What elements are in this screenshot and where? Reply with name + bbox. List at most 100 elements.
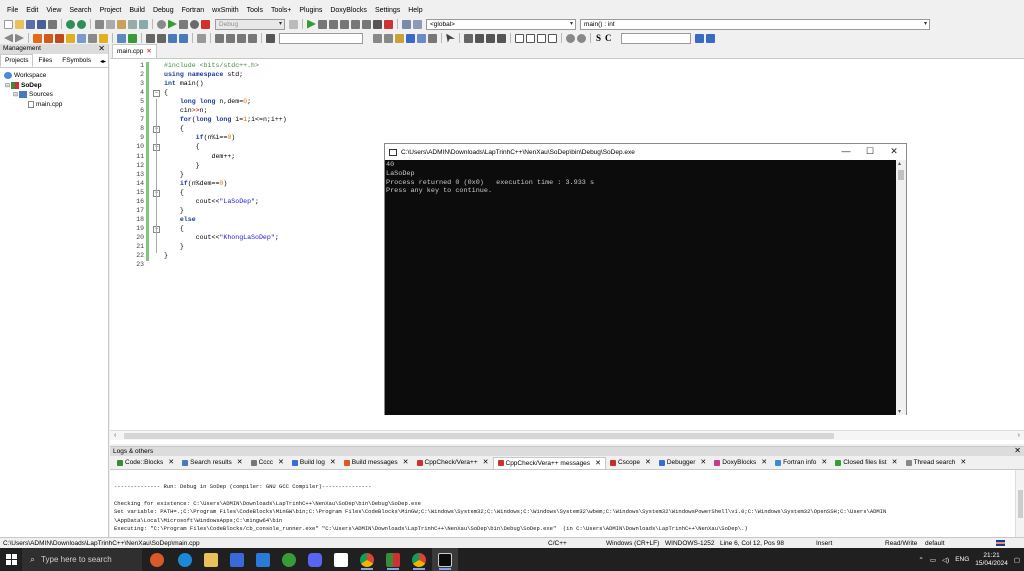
console-window[interactable]: C:\Users\ADMIN\Downloads\LapTrinhC++\Nen… bbox=[384, 143, 907, 415]
tab-build-messages[interactable]: Build messages ✕ bbox=[340, 457, 413, 468]
stop-debug-icon[interactable] bbox=[384, 19, 393, 29]
find-icon[interactable] bbox=[128, 19, 137, 29]
zoom-out-icon[interactable] bbox=[577, 33, 586, 43]
save-all-icon[interactable] bbox=[37, 19, 46, 29]
find-combo[interactable] bbox=[620, 32, 691, 44]
code-line[interactable]: if(n%dem==0) bbox=[164, 180, 228, 187]
run-project-icon[interactable] bbox=[128, 33, 137, 43]
close-icon[interactable]: ✕ bbox=[595, 459, 601, 468]
menu-fortran[interactable]: Fortran bbox=[178, 5, 209, 17]
jump-last-icon[interactable] bbox=[237, 33, 246, 43]
symbol-select[interactable]: main() : int ▾ bbox=[580, 18, 930, 30]
store-icon[interactable] bbox=[224, 548, 250, 571]
clock[interactable]: 21:21 15/04/2024 bbox=[975, 552, 1008, 568]
snipping-icon[interactable] bbox=[328, 548, 354, 571]
tools-icon[interactable] bbox=[197, 33, 206, 43]
scroll-up-icon[interactable]: ▴ bbox=[898, 160, 901, 167]
fold-collapse-icon[interactable]: − bbox=[153, 90, 160, 98]
xbox-icon[interactable] bbox=[276, 548, 302, 571]
run-icon[interactable] bbox=[168, 19, 177, 29]
copy-icon[interactable] bbox=[106, 19, 115, 29]
tree-node-sources[interactable]: ⊟ Sources bbox=[2, 90, 106, 100]
pen-icon[interactable] bbox=[395, 33, 404, 43]
bookmark-toggle-icon[interactable] bbox=[33, 33, 42, 43]
jump-back-icon[interactable] bbox=[215, 33, 224, 43]
taskbar-search[interactable]: ⌕ Type here to search bbox=[22, 548, 142, 571]
debug-info-icon[interactable] bbox=[413, 19, 422, 29]
target-options-icon[interactable] bbox=[289, 19, 298, 29]
cut-icon[interactable] bbox=[95, 19, 104, 29]
debug-run-icon[interactable] bbox=[307, 19, 316, 29]
menu-file[interactable]: File bbox=[3, 5, 22, 17]
logs-vertical-scrollbar[interactable] bbox=[1015, 470, 1024, 538]
network-icon[interactable]: ▭ bbox=[930, 556, 936, 564]
run-to-cursor-icon[interactable] bbox=[318, 19, 327, 29]
code-line[interactable]: { bbox=[164, 189, 184, 196]
chrome-icon[interactable] bbox=[354, 548, 380, 571]
new-file-icon[interactable] bbox=[4, 19, 13, 29]
toggle-comment-icon[interactable] bbox=[168, 33, 177, 43]
discord-icon[interactable] bbox=[302, 548, 328, 571]
close-icon[interactable]: ✕ bbox=[1014, 446, 1021, 455]
scroll-right-icon[interactable]: › bbox=[1018, 431, 1020, 441]
pause-icon[interactable] bbox=[373, 19, 382, 29]
frame-2-icon[interactable] bbox=[526, 33, 535, 43]
menu-tools[interactable]: Tools bbox=[243, 5, 267, 17]
build-target-select[interactable]: Debug ▾ bbox=[215, 18, 285, 30]
redo-icon[interactable] bbox=[77, 19, 86, 29]
find-options-icon[interactable] bbox=[705, 33, 715, 43]
tab-files[interactable]: Files bbox=[33, 54, 57, 67]
code-line[interactable]: } bbox=[164, 243, 184, 250]
close-icon[interactable]: ✕ bbox=[146, 48, 151, 55]
close-icon[interactable]: ✕ bbox=[761, 458, 767, 467]
code-line[interactable]: #include <bits/stdc++.h> bbox=[164, 62, 259, 69]
marker-icon[interactable] bbox=[406, 33, 415, 43]
menu-help[interactable]: Help bbox=[404, 5, 426, 17]
arrow-tool-icon[interactable] bbox=[428, 33, 437, 43]
notification-icon[interactable]: ▢ bbox=[1014, 556, 1020, 564]
mail-icon[interactable] bbox=[250, 548, 276, 571]
close-icon[interactable]: ✕ bbox=[278, 458, 284, 467]
menu-build[interactable]: Build bbox=[125, 5, 149, 17]
menu-edit[interactable]: Edit bbox=[22, 5, 42, 17]
editor-horizontal-scrollbar[interactable]: ‹ › bbox=[110, 430, 1024, 440]
tree-node-workspace[interactable]: Workspace bbox=[2, 71, 106, 81]
layout-4-icon[interactable] bbox=[497, 33, 506, 43]
build-run-icon[interactable] bbox=[179, 19, 188, 29]
scroll-thumb[interactable] bbox=[1018, 490, 1023, 518]
refresh-icon[interactable] bbox=[248, 33, 257, 43]
tab-doxyblocks[interactable]: DoxyBlocks ✕ bbox=[710, 457, 771, 468]
tab-closed-files-list[interactable]: Closed files list ✕ bbox=[831, 457, 901, 468]
s-button[interactable]: S bbox=[595, 33, 602, 43]
paste-icon[interactable] bbox=[117, 19, 126, 29]
code-line[interactable]: else bbox=[164, 216, 196, 223]
code-line[interactable]: cout<<"LaSoDep"; bbox=[164, 198, 259, 205]
next-instruction-icon[interactable] bbox=[362, 19, 371, 29]
code-line[interactable]: } bbox=[164, 162, 200, 169]
replace-icon[interactable] bbox=[139, 19, 148, 29]
close-icon[interactable]: ✕ bbox=[237, 458, 243, 467]
tab-main-cpp[interactable]: main.cpp ✕ bbox=[112, 44, 157, 58]
search-up-icon[interactable] bbox=[384, 33, 393, 43]
show-tips-icon[interactable] bbox=[266, 33, 275, 43]
step-out-icon[interactable] bbox=[351, 19, 360, 29]
code-line[interactable]: cin>>n; bbox=[164, 107, 208, 114]
stream-comment-icon[interactable] bbox=[179, 33, 188, 43]
code-line[interactable]: { bbox=[164, 225, 184, 232]
scope-select[interactable]: <global> ▾ bbox=[426, 18, 576, 30]
menu-settings[interactable]: Settings bbox=[371, 5, 404, 17]
bookmark-prev-icon[interactable] bbox=[44, 33, 53, 43]
code-line[interactable]: using namespace std; bbox=[164, 71, 243, 78]
save-icon[interactable] bbox=[26, 19, 35, 29]
abc-icon[interactable] bbox=[117, 33, 126, 43]
code-line[interactable]: cout<<"KhongLaSoDep"; bbox=[164, 234, 279, 241]
bookmark-next-icon[interactable] bbox=[55, 33, 64, 43]
layout-3-icon[interactable] bbox=[486, 33, 495, 43]
c-button[interactable]: C bbox=[604, 33, 613, 43]
scroll-down-icon[interactable]: ▾ bbox=[898, 408, 901, 415]
close-icon[interactable]: ✕ bbox=[98, 44, 105, 54]
brush-icon[interactable] bbox=[417, 33, 426, 43]
help-icon[interactable] bbox=[99, 33, 108, 43]
debug-windows-icon[interactable] bbox=[402, 19, 411, 29]
tab-cppcheck-vera-messages[interactable]: CppCheck/Vera++ messages ✕ bbox=[492, 456, 606, 469]
